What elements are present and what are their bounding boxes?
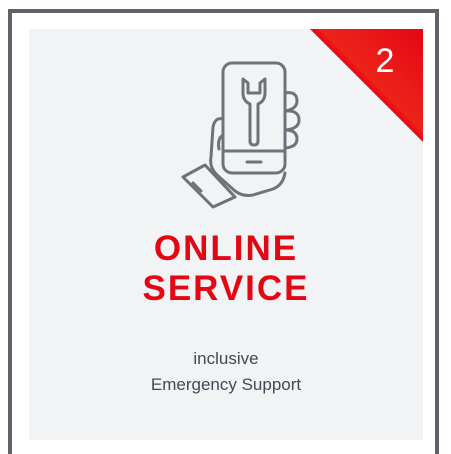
frame-border-right	[435, 9, 439, 454]
frame-border-left	[8, 9, 12, 454]
badge-number: 2	[375, 42, 395, 80]
card-title: ONLINE SERVICE	[29, 229, 423, 309]
title-line-2: SERVICE	[142, 269, 310, 308]
service-tile-frame: 2 ONLINE SERVICE inclusive Emergency Sup…	[0, 0, 451, 454]
hand-holding-phone-with-wrench-icon	[177, 57, 309, 209]
frame-border-top	[8, 9, 439, 13]
subtitle-line-1: inclusive	[193, 349, 259, 368]
service-card[interactable]: 2 ONLINE SERVICE inclusive Emergency Sup…	[29, 29, 423, 440]
subtitle-line-2: Emergency Support	[150, 375, 302, 394]
title-line-1: ONLINE	[153, 229, 299, 268]
card-subtitle: inclusive Emergency Support	[29, 346, 423, 398]
